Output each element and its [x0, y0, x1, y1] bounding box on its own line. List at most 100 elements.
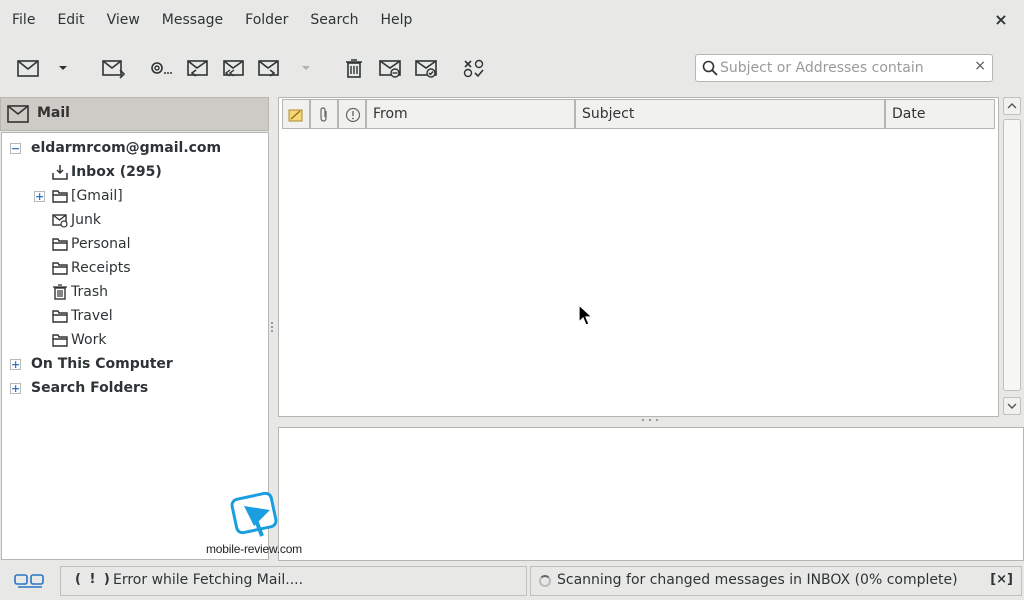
column-attachment[interactable]	[310, 99, 338, 129]
forward-dropdown-button[interactable]	[290, 54, 320, 82]
cancel-operation-button[interactable]: [×]	[990, 572, 1013, 587]
column-status[interactable]	[282, 99, 310, 129]
junk-icon	[379, 60, 401, 78]
chevron-up-icon	[1007, 103, 1017, 109]
watermark-text: mobile-review.com	[206, 542, 302, 556]
mail-icon	[7, 105, 29, 123]
cancel-icon	[463, 59, 484, 78]
forward-button[interactable]	[254, 54, 284, 82]
reply-button[interactable]	[182, 54, 212, 82]
watermark: mobile-review.com	[202, 492, 306, 558]
status-progress-panel: Scanning for changed messages in INBOX (…	[530, 566, 1022, 596]
status-progress-text: Scanning for changed messages in INBOX (…	[557, 572, 958, 588]
attachment-icon	[320, 107, 327, 122]
inbox-icon	[52, 165, 68, 180]
sidebar-item-label: Trash	[71, 284, 108, 300]
folder-icon	[52, 262, 68, 275]
folder-icon	[52, 334, 68, 347]
delete-icon	[346, 59, 362, 78]
menu-view[interactable]: View	[96, 0, 151, 40]
sidebar-item-label: Travel	[71, 308, 113, 324]
expand-icon[interactable]: +	[34, 191, 45, 202]
horizontal-splitter-handle[interactable]	[642, 419, 658, 423]
sidebar-item-personal[interactable]: Personal	[2, 233, 268, 257]
sidebar-item-inbox[interactable]: Inbox (295)	[2, 161, 268, 185]
trash-icon	[53, 284, 67, 300]
search-box: ×	[695, 54, 993, 82]
cancel-button[interactable]	[458, 54, 488, 82]
forward-icon	[258, 60, 279, 77]
send-receive-button[interactable]	[98, 54, 128, 82]
group-label: Search Folders	[31, 380, 149, 396]
status-error-text: Error while Fetching Mail....	[113, 572, 304, 588]
reply-all-button[interactable]	[218, 54, 248, 82]
sidebar-item-junk[interactable]: Junk	[2, 209, 268, 233]
close-window-button[interactable]: ×	[978, 0, 1024, 40]
sidebar-item-label: Personal	[71, 236, 131, 252]
send-receive-icon	[102, 60, 126, 79]
folder-icon	[52, 190, 68, 203]
sidebar-item-label: Receipts	[71, 260, 131, 276]
reply-icon	[187, 60, 208, 77]
sidebar-item-label: Work	[71, 332, 107, 348]
menu-message[interactable]: Message	[151, 0, 234, 40]
dropdown-arrow-icon	[59, 66, 67, 70]
priority-icon	[345, 107, 361, 123]
sidebar-item-trash[interactable]: Trash	[2, 281, 268, 305]
column-from[interactable]: From	[366, 99, 575, 129]
sidebar-title: Mail	[37, 105, 70, 121]
sidebar-item-travel[interactable]: Travel	[2, 305, 268, 329]
column-date[interactable]: Date	[885, 99, 995, 129]
chevron-down-icon	[1007, 403, 1017, 409]
sidebar-group-search-folders[interactable]: + Search Folders	[2, 377, 268, 401]
status-column-icon	[288, 109, 303, 122]
account-label: eldarmrcom@gmail.com	[31, 140, 222, 156]
folder-icon	[52, 310, 68, 323]
junk-button[interactable]	[375, 54, 405, 82]
column-priority[interactable]	[338, 99, 366, 129]
error-icon: ( ! )	[75, 572, 112, 587]
sidebar-item-label: Inbox (295)	[71, 164, 162, 180]
scrollbar-thumb[interactable]	[1003, 119, 1021, 391]
new-message-button[interactable]	[13, 54, 43, 82]
watermark-logo-icon	[230, 492, 278, 537]
message-preview-pane[interactable]	[278, 427, 1024, 561]
sidebar-header: Mail	[0, 97, 269, 131]
search-input[interactable]	[720, 57, 970, 79]
sidebar-item-label: Junk	[71, 212, 101, 228]
address-book-button[interactable]	[145, 54, 175, 82]
expand-icon[interactable]: +	[10, 383, 21, 394]
vertical-splitter-handle[interactable]	[270, 320, 274, 338]
online-status-icon[interactable]	[14, 572, 46, 590]
menu-help[interactable]: Help	[370, 0, 424, 40]
sidebar-item-gmail[interactable]: + [Gmail]	[2, 185, 268, 209]
menu-folder[interactable]: Folder	[234, 0, 299, 40]
sidebar-item-label: [Gmail]	[71, 188, 123, 204]
new-message-dropdown-button[interactable]	[48, 54, 78, 82]
delete-button[interactable]	[339, 54, 369, 82]
scroll-down-button[interactable]	[1003, 397, 1021, 415]
account-row[interactable]: − eldarmrcom@gmail.com	[2, 137, 268, 161]
not-junk-button[interactable]	[411, 54, 441, 82]
sidebar-item-receipts[interactable]: Receipts	[2, 257, 268, 281]
menubar: File Edit View Message Folder Search Hel…	[0, 0, 1024, 40]
menu-search[interactable]: Search	[299, 0, 369, 40]
status-error-panel[interactable]: ( ! ) Error while Fetching Mail....	[60, 566, 527, 596]
sidebar-group-on-this-computer[interactable]: + On This Computer	[2, 353, 268, 377]
menu-file[interactable]: File	[0, 0, 46, 40]
column-subject[interactable]: Subject	[575, 99, 885, 129]
not-junk-icon	[415, 60, 437, 78]
message-list-scrollbar[interactable]	[1002, 97, 1022, 417]
search-clear-button[interactable]: ×	[974, 58, 986, 74]
message-list[interactable]: From Subject Date	[278, 97, 999, 417]
scroll-up-button[interactable]	[1003, 97, 1021, 115]
forward-dropdown-icon	[302, 66, 310, 70]
expand-icon[interactable]: +	[10, 359, 21, 370]
collapse-icon[interactable]: −	[10, 143, 21, 154]
group-label: On This Computer	[31, 356, 173, 372]
reply-all-icon	[223, 60, 244, 77]
menu-edit[interactable]: Edit	[46, 0, 95, 40]
folder-icon	[52, 238, 68, 251]
sidebar-item-work[interactable]: Work	[2, 329, 268, 353]
new-message-icon	[17, 60, 39, 77]
